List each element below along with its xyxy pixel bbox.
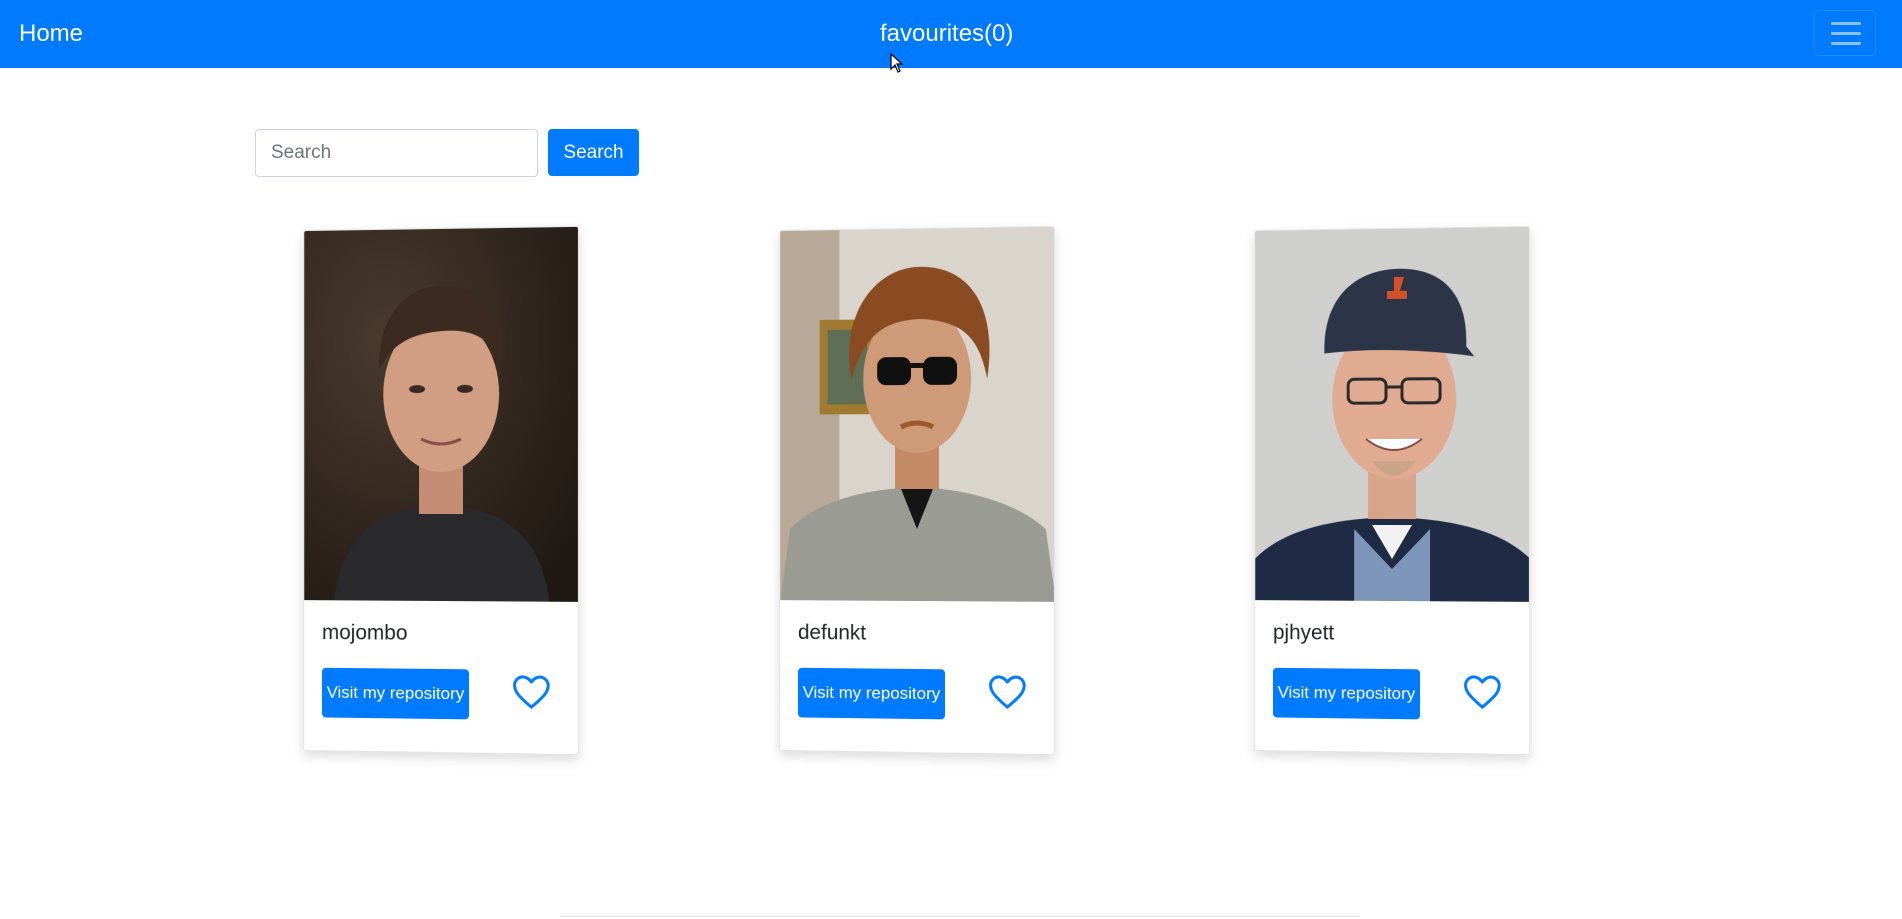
hamburger-menu-icon <box>1831 22 1861 25</box>
search-button[interactable]: Search <box>548 129 639 176</box>
navbar-toggler-button[interactable] <box>1814 10 1876 56</box>
avatar <box>1255 226 1530 602</box>
favourite-button[interactable] <box>1462 672 1502 713</box>
card-username: mojombo <box>321 621 408 645</box>
heart-outline-icon <box>511 672 551 713</box>
user-card: mojombo Visit my repository <box>303 225 579 756</box>
hamburger-menu-icon <box>1831 42 1861 45</box>
mouse-cursor-icon <box>890 53 904 73</box>
navbar: Home favourites(0) <box>0 0 1902 68</box>
visit-repository-button[interactable]: Visit my repository <box>1272 667 1421 720</box>
user-card: defunkt Visit my repository <box>779 225 1055 756</box>
favourite-button[interactable] <box>511 672 551 713</box>
favourites-link[interactable]: favourites(0) <box>880 20 1013 48</box>
card-username: defunkt <box>797 621 867 645</box>
visit-repository-button[interactable]: Visit my repository <box>797 667 946 720</box>
search-input[interactable] <box>255 129 538 177</box>
avatar <box>780 226 1055 602</box>
user-card: pjhyett Visit my repository <box>1254 225 1530 756</box>
favourite-button[interactable] <box>987 672 1027 713</box>
hamburger-menu-icon <box>1831 32 1861 35</box>
heart-outline-icon <box>1462 672 1502 713</box>
visit-repository-button[interactable]: Visit my repository <box>321 667 470 720</box>
avatar <box>304 226 579 602</box>
home-link[interactable]: Home <box>19 20 83 48</box>
heart-outline-icon <box>987 672 1027 713</box>
page: Home favourites(0) Search Search mojombo… <box>0 0 1902 919</box>
card-username: pjhyett <box>1272 621 1335 645</box>
footer-divider <box>560 916 1360 917</box>
